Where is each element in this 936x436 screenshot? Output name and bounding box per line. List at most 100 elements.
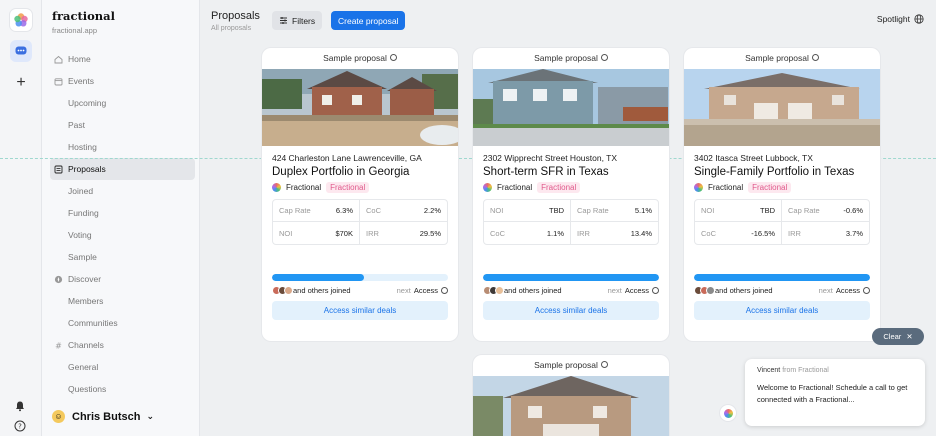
property-address: 424 Charleston Lane Lawrenceville, GA [272, 153, 422, 163]
clear-button[interactable]: Clear ✕ [872, 328, 924, 345]
card-header: Sample proposal [473, 355, 669, 376]
sidebar: fractional fractional.app Home Events Upco… [42, 0, 200, 436]
sidebar-item-upcoming[interactable]: Upcoming [50, 92, 195, 114]
property-address: 2302 Wipprecht Street Houston, TX [483, 153, 618, 163]
next-label: next [607, 286, 622, 295]
next-value: Access [413, 286, 438, 295]
tags-row: Fractional Fractional [262, 178, 458, 193]
sidebar-item-joined[interactable]: Joined [50, 180, 195, 202]
sidebar-item-sample[interactable]: Sample [50, 246, 195, 268]
sidebar-item-channels[interactable]: # Channels [50, 334, 195, 356]
sidebar-item-label: Joined [68, 186, 94, 196]
metrics-grid: Cap Rate 6.3% CoC 2.2% NOI $70K IRR 29.5% [272, 199, 448, 245]
chat-launcher-icon[interactable] [720, 405, 736, 421]
sidebar-item-communities[interactable]: Communities [50, 312, 195, 334]
icon-rail: + ? [0, 0, 42, 436]
clear-label: Clear [883, 332, 902, 341]
member-avatars [272, 286, 293, 295]
spotlight-button[interactable]: Spotlight [877, 14, 924, 24]
fractional-icon [272, 183, 281, 192]
info-icon [441, 287, 448, 294]
sidebar-item-label: Discover [68, 274, 102, 284]
metric-cell: IRR 29.5% [366, 228, 441, 238]
sidebar-item-questions[interactable]: Questions [50, 378, 195, 400]
add-icon[interactable]: + [13, 74, 29, 92]
next-value: Access [624, 286, 649, 295]
create-proposal-button[interactable]: Create proposal [331, 11, 406, 30]
sidebar-item-label: General [68, 362, 99, 372]
member-avatars [483, 286, 504, 295]
sidebar-item-funding[interactable]: Funding [50, 202, 195, 224]
sidebar-item-voting[interactable]: Voting [50, 224, 195, 246]
compass-icon [53, 274, 63, 284]
sidebar-item-label: Events [68, 76, 94, 86]
user-menu[interactable]: ☺ Chris Butsch ⌄ [52, 410, 154, 423]
sidebar-item-label: Communities [68, 318, 118, 328]
sidebar-item-general[interactable]: General [50, 356, 195, 378]
sidebar-item-past[interactable]: Past [50, 114, 195, 136]
info-icon [389, 54, 397, 61]
sidebar-nav: Home Events Upcoming Past Hosting Proposals Jo… [50, 48, 195, 400]
status-badge: Fractional [748, 182, 792, 193]
metric-cell: NOI TBD [484, 200, 571, 222]
fractional-icon [483, 183, 492, 192]
tags-row: Fractional Fractional [684, 178, 880, 193]
sidebar-item-label: Channels [68, 340, 104, 350]
access-similar-deals-button[interactable]: Access similar deals [272, 301, 448, 320]
metric-cell: IRR 3.7% [788, 228, 863, 238]
info-icon [863, 287, 870, 294]
metrics-grid: NOI TBD Cap Rate -0.6% CoC -16.5% IRR 3.7% [694, 199, 870, 245]
sidebar-item-hosting[interactable]: Hosting [50, 136, 195, 158]
access-similar-deals-button[interactable]: Access similar deals [694, 301, 870, 320]
property-photo [473, 69, 669, 146]
proposal-card[interactable]: Sample proposal 3402 Itasca Street Lubbo… [684, 48, 880, 341]
joined-text: and others joined [504, 286, 562, 295]
property-address: 3402 Itasca Street Lubbock, TX [694, 153, 813, 163]
sidebar-item-members[interactable]: Members [50, 290, 195, 312]
page-subtitle: All proposals [211, 25, 252, 32]
joined-row: and others joined next Access [262, 281, 458, 295]
sidebar-item-proposals[interactable]: Proposals [50, 158, 195, 180]
messages-icon[interactable] [10, 40, 32, 62]
sidebar-item-discover[interactable]: Discover [50, 268, 195, 290]
property-photo [684, 69, 880, 146]
owner-name: Fractional [286, 183, 322, 192]
bell-icon[interactable] [14, 400, 26, 414]
sidebar-item-label: Past [68, 120, 86, 130]
metric-cell: CoC -16.5% [695, 222, 782, 244]
owner-name: Fractional [708, 183, 744, 192]
sidebar-item-events[interactable]: Events [50, 70, 195, 92]
property-photo [473, 376, 669, 436]
card-header: Sample proposal [262, 48, 458, 69]
sidebar-item-label: Proposals [68, 164, 106, 174]
help-icon[interactable]: ? [14, 420, 26, 434]
proposal-card[interactable]: Sample proposal [473, 355, 669, 436]
sidebar-item-label: Sample [68, 252, 97, 262]
info-icon [600, 361, 608, 368]
metric-cell: Cap Rate 5.1% [571, 200, 658, 222]
home-icon [53, 54, 63, 64]
chat-message: Welcome to Fractional! Schedule a call t… [757, 383, 908, 404]
globe-icon [914, 14, 924, 24]
calendar-icon [53, 76, 63, 86]
fractional-logo-icon[interactable] [9, 8, 33, 32]
sidebar-item-label: Upcoming [68, 98, 107, 108]
filter-icon [280, 17, 287, 24]
filters-button[interactable]: Filters [272, 11, 323, 30]
sidebar-item-home[interactable]: Home [50, 48, 195, 70]
proposal-title: Single-Family Portfolio in Texas [694, 166, 855, 178]
fractional-icon [694, 183, 703, 192]
proposal-title: Short-term SFR in Texas [483, 166, 609, 178]
app-name: fractional [52, 9, 115, 23]
chat-message-popup[interactable]: Vincent from Fractional Welcome to Fract… [745, 359, 925, 426]
joined-text: and others joined [293, 286, 351, 295]
proposal-card[interactable]: Sample proposal 424 Charleston Lane Lawr… [262, 48, 458, 341]
sidebar-item-label: Voting [68, 230, 92, 240]
page-title: Proposals [211, 10, 260, 22]
access-similar-deals-button[interactable]: Access similar deals [483, 301, 659, 320]
next-label: next [396, 286, 411, 295]
metric-cell: CoC 1.1% [484, 222, 571, 244]
proposal-card[interactable]: Sample proposal 2302 Wipprecht Street Ho… [473, 48, 669, 341]
filters-label: Filters [292, 15, 316, 26]
owner-name: Fractional [497, 183, 533, 192]
